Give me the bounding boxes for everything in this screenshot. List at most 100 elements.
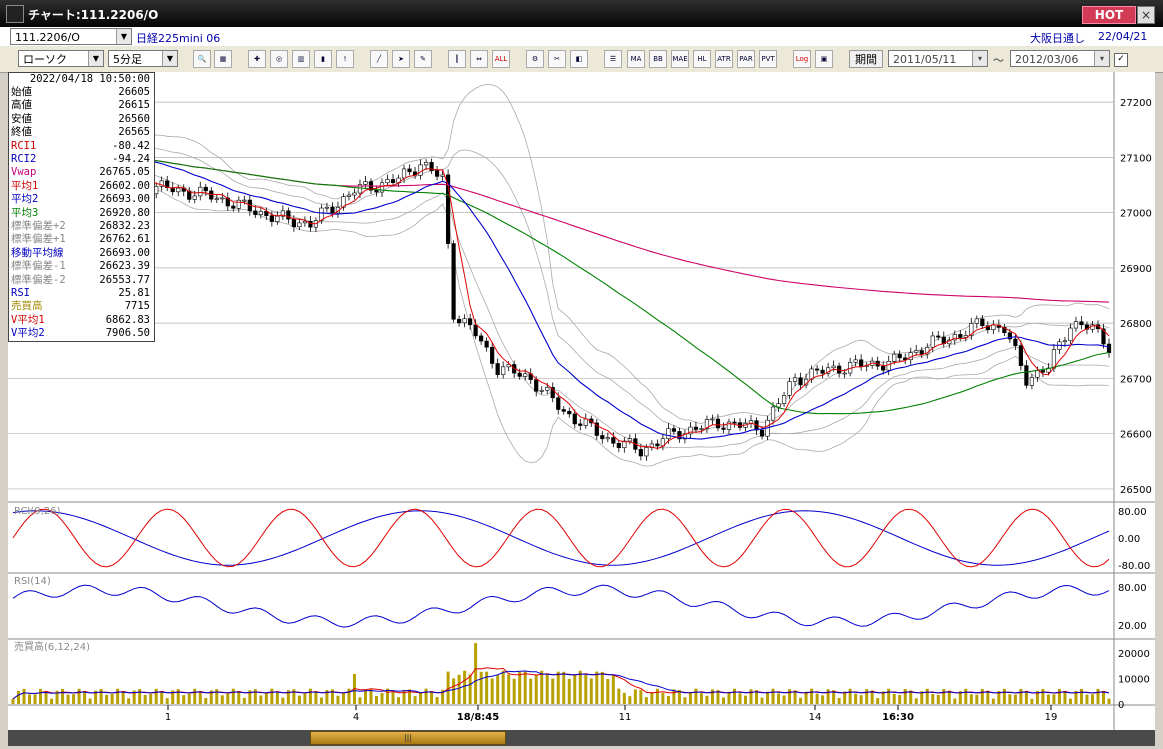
cursor-icon[interactable]: ✚ (248, 50, 266, 68)
volume-bar (628, 696, 632, 704)
time-scrollbar[interactable]: ||| (8, 730, 1155, 746)
indicator-button-mae[interactable]: MAE (671, 50, 689, 68)
candle-body (490, 346, 495, 364)
calendar-icon[interactable]: ▾ (972, 51, 987, 66)
indicator-button-ma[interactable]: MA (627, 50, 645, 68)
chevron-down-icon[interactable]: ▼ (88, 51, 103, 66)
indicator-button-hl[interactable]: HL (693, 50, 711, 68)
info-row-value: 26565 (118, 126, 150, 139)
zoom-icon[interactable]: 🔍 (193, 50, 211, 68)
volume-bar (1101, 691, 1105, 704)
candle-icon[interactable]: ▮ (314, 50, 332, 68)
volume-bar (468, 674, 472, 704)
list-icon[interactable]: ☰ (604, 50, 622, 68)
info-row: RSI 25.81 (9, 287, 154, 300)
info-row-label: 標準偏差-2 (11, 273, 66, 286)
candle-body (209, 190, 214, 200)
volume-bar (1079, 688, 1083, 704)
range-checkbox[interactable]: ✓ (1114, 53, 1128, 67)
hot-button[interactable]: HOT (1082, 6, 1136, 24)
candle-body (302, 221, 307, 224)
price-tick-label: 26500 (1120, 485, 1152, 496)
magnify-icon[interactable]: ◎ (270, 50, 288, 68)
symbol-select[interactable]: 111.2206/O ▼ (10, 28, 132, 45)
info-row-label: 売買高 (11, 300, 43, 313)
chart-canvas[interactable]: 27200 27100 27000 26900 26800 26700 26600 26500… (8, 72, 1155, 732)
candle-body (715, 418, 721, 429)
indicator-button-par[interactable]: PAR (737, 50, 755, 68)
candle-body (418, 164, 423, 176)
tools-icon[interactable]: ✂ (548, 50, 566, 68)
volume-bar (116, 688, 120, 704)
volume-bar (744, 695, 748, 704)
pointer-icon[interactable]: ➤ (392, 50, 410, 68)
volume-bar (419, 692, 423, 704)
candle-body (330, 206, 335, 214)
settings-icon[interactable]: ⚙ (526, 50, 544, 68)
volume-bar (490, 678, 494, 704)
chart-area[interactable]: 27200 27100 27000 26900 26800 26700 26600 26500… (8, 72, 1155, 732)
price-tick-label: 27100 (1120, 153, 1152, 164)
chevron-down-icon[interactable]: ▼ (162, 51, 177, 66)
volume-bar (788, 689, 792, 704)
volume-bar (821, 695, 825, 704)
candle-body (787, 381, 792, 396)
date-from-field[interactable]: 2011/05/11 ▾ (888, 50, 988, 67)
info-row-value: 26693.00 (99, 193, 150, 206)
interval-select[interactable]: 5分足 ▼ (108, 50, 178, 67)
price-tick-label: 27200 (1120, 98, 1152, 109)
volume-bar (666, 695, 670, 704)
candle-body (556, 397, 561, 410)
date-to-field[interactable]: 2012/03/06 ▾ (1010, 50, 1110, 67)
candle-body (286, 210, 291, 220)
log-button[interactable]: Log (793, 50, 811, 68)
warning-icon[interactable]: ! (336, 50, 354, 68)
candle-body (820, 369, 825, 374)
compare-icon[interactable]: ⇔ (470, 50, 488, 68)
volume-bar (551, 678, 555, 704)
volume-bar (942, 689, 946, 704)
info-row-label: 高値 (11, 99, 32, 112)
draw-line-icon[interactable]: ╱ (370, 50, 388, 68)
session-label: 大阪日通し (1030, 32, 1085, 45)
volume-bar (738, 693, 742, 704)
symbol-value: 111.2206/O (15, 31, 80, 44)
info-row-label: 平均2 (11, 193, 39, 206)
candle-body (220, 197, 225, 200)
date-to-value: 2012/03/06 (1015, 53, 1079, 66)
candle-alt-icon[interactable]: ┃ (448, 50, 466, 68)
candle-body (319, 207, 324, 221)
candle-body (1062, 340, 1068, 343)
volume-bar (854, 693, 858, 704)
volume-bar (903, 689, 907, 704)
color-icon[interactable]: ◧ (570, 50, 588, 68)
candle-body (936, 335, 941, 338)
panel-label: 売買高(6,12,24) (14, 640, 90, 653)
volume-bar (176, 689, 180, 704)
calendar-icon[interactable]: ▾ (1094, 51, 1109, 66)
brush-icon[interactable]: ✎ (414, 50, 432, 68)
indicator-button-atr[interactable]: ATR (715, 50, 733, 68)
screen-icon[interactable]: ▣ (815, 50, 833, 68)
chevron-down-icon[interactable]: ▼ (116, 29, 131, 44)
bar-icon[interactable]: ▥ (292, 50, 310, 68)
grid-icon[interactable]: ▦ (214, 50, 232, 68)
candle-body (572, 413, 577, 425)
volume-bar (650, 692, 654, 704)
scroll-thumb[interactable]: ||| (310, 731, 506, 745)
volume-bar (61, 688, 65, 704)
indicator-button-pvt[interactable]: PVT (759, 50, 777, 68)
period-button[interactable]: 期間 (849, 50, 883, 68)
x-tick-label: 1 (165, 712, 171, 723)
chart-type-select[interactable]: ローソク ▼ (18, 50, 104, 67)
panel-tick-label: 20.00 (1118, 621, 1147, 632)
volume-bar (369, 689, 373, 704)
all-icon[interactable]: ALL (492, 50, 510, 68)
info-row: 高値 26615 (9, 99, 154, 112)
volume-bar (584, 674, 588, 704)
candle-body (291, 218, 296, 228)
indicator-button-bb[interactable]: BB (649, 50, 667, 68)
candle-body (214, 198, 219, 200)
close-icon[interactable]: × (1137, 6, 1155, 24)
panel-tick-label: 80.00 (1118, 507, 1147, 518)
